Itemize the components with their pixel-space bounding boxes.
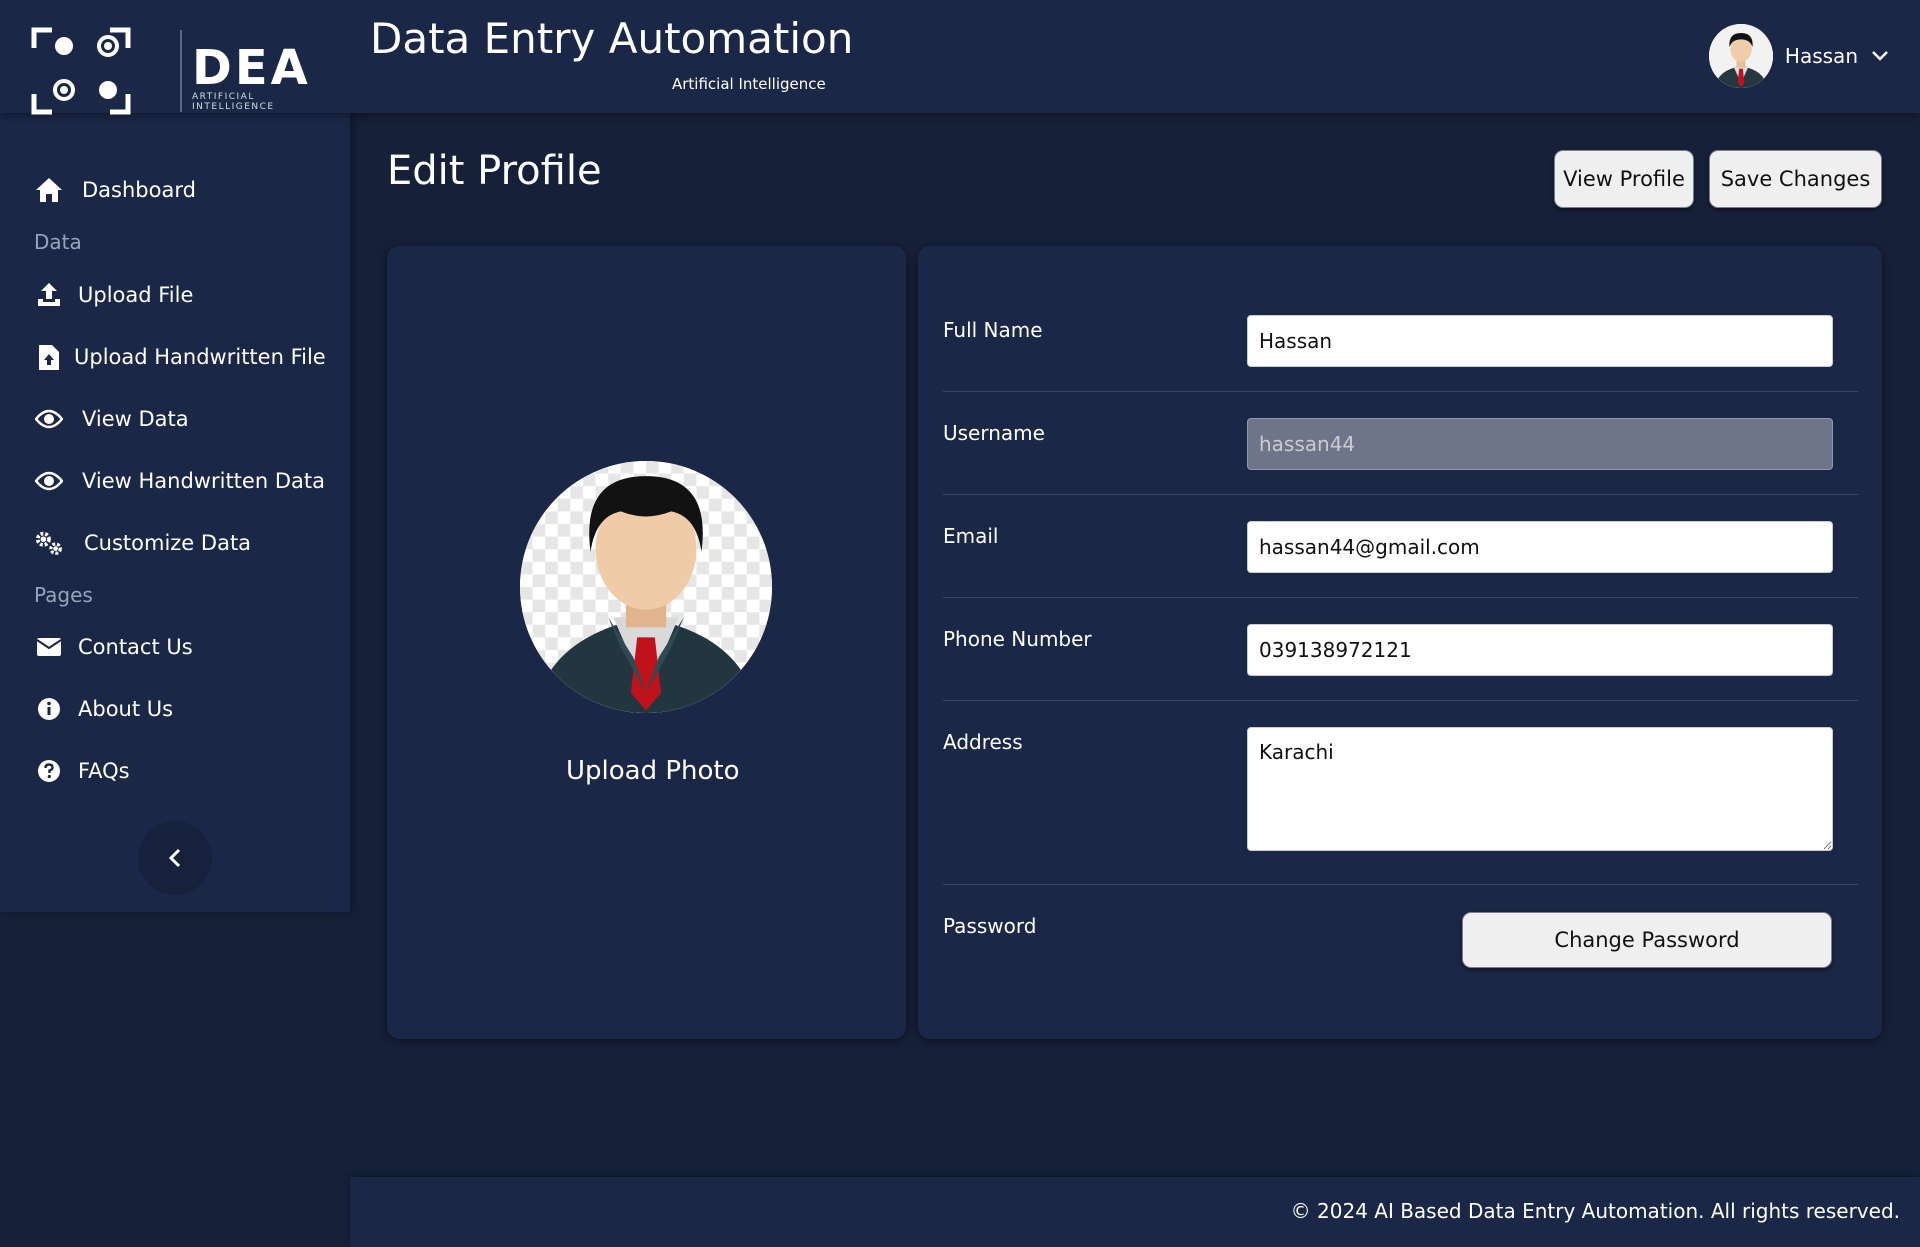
sidebar-item-faqs[interactable]: FAQs bbox=[34, 751, 130, 791]
eye-icon bbox=[34, 466, 64, 496]
section-label-data: Data bbox=[34, 230, 82, 254]
user-avatar-icon bbox=[1708, 24, 1773, 88]
footer: © 2024 AI Based Data Entry Automation. A… bbox=[350, 1177, 1920, 1247]
scan-logo-icon bbox=[31, 27, 131, 115]
sidebar-item-dashboard[interactable]: Dashboard bbox=[34, 170, 196, 210]
app-subtitle: Artificial Intelligence bbox=[672, 75, 826, 93]
sidebar-item-label: Customize Data bbox=[84, 531, 252, 555]
divider bbox=[943, 700, 1858, 701]
upload-icon bbox=[34, 280, 64, 310]
section-label-pages: Pages bbox=[34, 583, 93, 607]
sidebar-item-label: Upload Handwritten File bbox=[74, 345, 326, 369]
sidebar-item-label: Contact Us bbox=[78, 635, 193, 659]
divider bbox=[943, 494, 1858, 495]
email-label: Email bbox=[943, 524, 999, 548]
eye-icon bbox=[34, 404, 64, 434]
divider bbox=[943, 884, 1858, 885]
user-name: Hassan bbox=[1784, 44, 1858, 68]
sidebar-item-label: Dashboard bbox=[82, 178, 196, 202]
sidebar-item-label: View Handwritten Data bbox=[82, 469, 325, 493]
file-upload-icon bbox=[34, 342, 64, 372]
app-title: Data Entry Automation bbox=[370, 14, 854, 63]
full-name-field[interactable] bbox=[1247, 315, 1833, 367]
sidebar-item-upload-handwritten-file[interactable]: Upload Handwritten File bbox=[34, 337, 326, 377]
home-icon bbox=[34, 175, 64, 205]
sidebar-item-about-us[interactable]: About Us bbox=[34, 689, 173, 729]
user-avatar-icon bbox=[520, 461, 772, 713]
address-field[interactable]: Karachi bbox=[1247, 727, 1833, 851]
sidebar-item-contact-us[interactable]: Contact Us bbox=[34, 627, 193, 667]
top-header: DEA ARTIFICIAL INTELLIGENCE Data Entry A… bbox=[0, 0, 1920, 115]
info-icon bbox=[34, 694, 64, 724]
gears-icon bbox=[34, 528, 64, 558]
logo-subtext: ARTIFICIAL INTELLIGENCE bbox=[192, 92, 275, 112]
upload-photo-link[interactable]: Upload Photo bbox=[566, 756, 740, 786]
sidebar-item-label: FAQs bbox=[78, 759, 130, 783]
user-menu[interactable]: Hassan bbox=[1708, 22, 1890, 90]
sidebar-item-customize-data[interactable]: Customize Data bbox=[34, 523, 251, 563]
logo[interactable]: DEA ARTIFICIAL INTELLIGENCE bbox=[30, 26, 330, 121]
phone-field[interactable] bbox=[1247, 624, 1833, 676]
phone-label: Phone Number bbox=[943, 627, 1092, 651]
sidebar-item-label: About Us bbox=[78, 697, 174, 721]
sidebar-item-view-handwritten-data[interactable]: View Handwritten Data bbox=[34, 461, 325, 501]
sidebar: Dashboard Data Upload File Upload Handwr… bbox=[0, 113, 350, 912]
change-password-button[interactable]: Change Password bbox=[1462, 912, 1832, 968]
page-title: Edit Profile bbox=[387, 148, 602, 194]
sidebar-item-upload-file[interactable]: Upload File bbox=[34, 275, 193, 315]
username-field bbox=[1247, 418, 1833, 470]
password-label: Password bbox=[943, 914, 1037, 938]
divider bbox=[943, 597, 1858, 598]
logo-divider bbox=[180, 30, 182, 112]
envelope-icon bbox=[34, 632, 64, 662]
sidebar-collapse-button[interactable] bbox=[138, 821, 212, 895]
sidebar-item-label: Upload File bbox=[78, 283, 194, 307]
email-field[interactable] bbox=[1247, 521, 1833, 573]
full-name-label: Full Name bbox=[943, 318, 1043, 342]
question-icon bbox=[34, 756, 64, 786]
username-label: Username bbox=[943, 421, 1045, 445]
chevron-down-icon[interactable] bbox=[1870, 46, 1890, 66]
profile-photo[interactable] bbox=[520, 461, 772, 713]
avatar[interactable] bbox=[1708, 24, 1773, 88]
save-changes-button[interactable]: Save Changes bbox=[1709, 150, 1882, 208]
sidebar-item-label: View Data bbox=[82, 407, 189, 431]
address-label: Address bbox=[943, 730, 1023, 754]
chevron-left-icon bbox=[168, 848, 181, 868]
divider bbox=[943, 391, 1858, 392]
view-profile-button[interactable]: View Profile bbox=[1554, 150, 1694, 208]
logo-text: DEA bbox=[192, 40, 311, 96]
sidebar-item-view-data[interactable]: View Data bbox=[34, 399, 189, 439]
footer-text: © 2024 AI Based Data Entry Automation. A… bbox=[1290, 1199, 1900, 1223]
